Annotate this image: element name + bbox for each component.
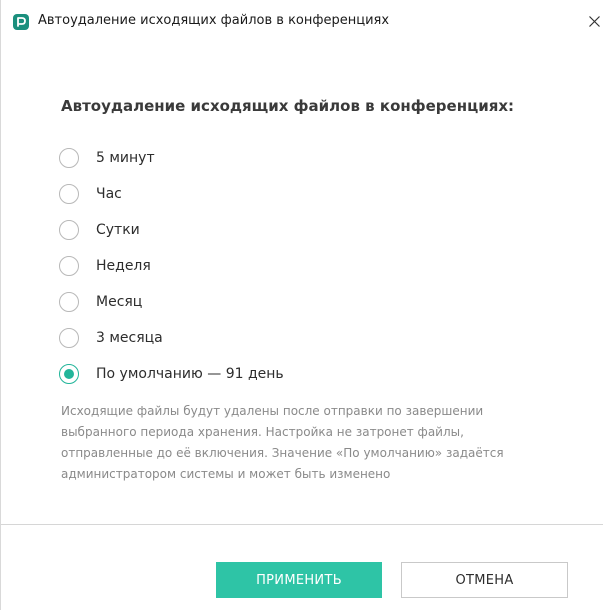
section-heading: Автоудаление исходящих файлов в конферен… (61, 97, 515, 115)
cancel-button[interactable]: ОТМЕНА (401, 562, 568, 598)
radio-button[interactable] (59, 256, 79, 276)
dialog-window: Автоудаление исходящих файлов в конферен… (0, 0, 603, 611)
window-title: Автоудаление исходящих файлов в конферен… (38, 13, 390, 28)
option-label: 5 минут (96, 150, 155, 166)
description-line: отправленные до её включения. Значение «… (61, 446, 504, 460)
close-icon (589, 16, 600, 27)
radio-dot (64, 369, 74, 379)
description-line: администратором системы и может быть изм… (61, 467, 391, 481)
description-line: Исходящие файлы будут удалены после отпр… (61, 404, 484, 418)
description-text: Исходящие файлы будут удалены после отпр… (61, 401, 561, 485)
option-label: По умолчанию — 91 день (96, 366, 284, 382)
app-logo-icon (13, 14, 29, 30)
option-5-minutes[interactable]: 5 минут (59, 140, 579, 176)
radio-button-selected[interactable] (59, 364, 79, 384)
option-month[interactable]: Месяц (59, 284, 579, 320)
option-label: 3 месяца (96, 330, 163, 346)
option-week[interactable]: Неделя (59, 248, 579, 284)
radio-button[interactable] (59, 220, 79, 240)
option-default[interactable]: По умолчанию — 91 день (59, 356, 579, 392)
option-3-months[interactable]: 3 месяца (59, 320, 579, 356)
option-hour[interactable]: Час (59, 176, 579, 212)
radio-button[interactable] (59, 328, 79, 348)
apply-button[interactable]: ПРИМЕНИТЬ (216, 562, 382, 598)
dialog-footer: ПРИМЕНИТЬ ОТМЕНА (1, 524, 603, 611)
option-label: Сутки (96, 222, 140, 238)
option-label: Неделя (96, 258, 151, 274)
description-line: выбранного периода хранения. Настройка н… (61, 425, 464, 439)
radio-button[interactable] (59, 148, 79, 168)
option-day[interactable]: Сутки (59, 212, 579, 248)
option-label: Месяц (96, 294, 143, 310)
radio-button[interactable] (59, 184, 79, 204)
option-label: Час (96, 186, 122, 202)
radio-button[interactable] (59, 292, 79, 312)
close-button[interactable] (585, 11, 603, 31)
retention-options: 5 минут Час Сутки Неделя Месяц 3 месяца … (59, 140, 579, 392)
title-bar: Автоудаление исходящих файлов в конферен… (1, 0, 603, 41)
